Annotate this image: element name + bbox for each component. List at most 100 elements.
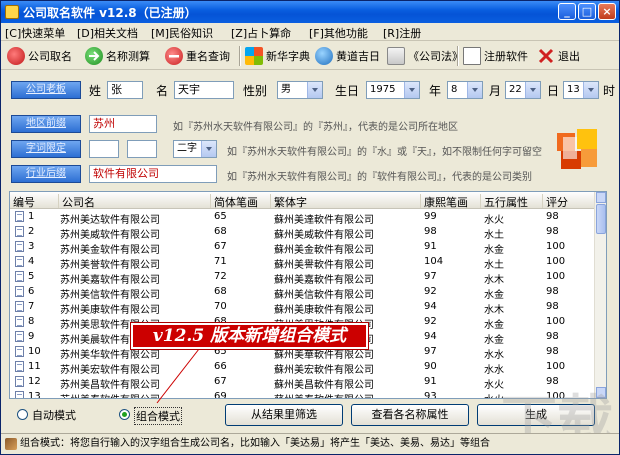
given-name-input[interactable]: 天宇 [174,81,234,99]
owner-button[interactable]: 公司老板 [11,81,81,99]
table-cell: 8 [28,316,35,327]
tool-name-test[interactable]: 名称测算 [85,44,150,68]
table-cell: 1 [28,211,35,222]
chars-button[interactable]: 字词限定 [11,140,81,158]
close-button[interactable]: × [598,3,616,20]
tool-duplicate-check[interactable]: 重名查询 [165,44,230,68]
char-input-2[interactable] [127,140,157,158]
table-cell: 67 [214,241,227,252]
table-cell: 9 [28,331,35,342]
table-cell: 98 [546,226,559,237]
view-attributes-button[interactable]: 查看各名称属性 [351,404,469,426]
auto-mode-label[interactable]: 自动模式 [32,407,76,423]
col-score[interactable]: 评分 [542,194,596,209]
col-simplified-strokes[interactable]: 简体笔画 [210,194,270,209]
table-row[interactable]: 2 苏州美威软件有限公司 68 蘇州美威軟件有限公司 98 水土 98 [10,225,596,241]
table-cell: 苏州美达软件有限公司 [60,215,160,226]
title-bar: 公司取名软件 v12.8（已注册） _ □ × [1,1,619,23]
document-icon [15,316,24,327]
table-cell: 蘇州美威軟件有限公司 [274,230,374,241]
table-cell: 100 [546,241,566,252]
tool-company-law[interactable]: 《公司法》 [387,44,463,68]
table-cell: 99 [424,211,437,222]
char-count-select[interactable]: 二字 [173,140,217,158]
col-kangxi-strokes[interactable]: 康熙笔画 [420,194,480,209]
table-row[interactable]: 3 苏州美金软件有限公司 67 蘇州美金軟件有限公司 91 水金 100 [10,240,596,256]
menu-quick[interactable]: [C]快速菜单 [5,25,65,41]
toolbar: 公司取名 名称测算 重名查询 新华字典 黄道吉日 《公司法》 注册软件 退出 [1,42,619,70]
birthday-label: 生日 [335,84,360,98]
col-id[interactable]: 编号 [10,194,58,209]
table-cell: 苏州美誉软件有限公司 [60,260,160,271]
birth-hour-select[interactable]: 13 [563,81,599,99]
document-icon [15,226,24,237]
menu-other[interactable]: [F]其他功能 [309,25,368,41]
book-icon [5,438,17,450]
office-logo-icon [557,129,597,169]
chevron-down-icon [201,141,216,157]
tool-auspicious-days[interactable]: 黄道吉日 [315,44,380,68]
gender-select[interactable]: 男 [277,81,323,99]
maximize-button[interactable]: □ [578,3,596,20]
menu-docs[interactable]: [D]相关文档 [77,25,138,41]
table-cell: 92 [424,316,437,327]
chevron-down-icon [583,82,598,98]
industry-button[interactable]: 行业后缀 [11,165,81,183]
char-input-1[interactable] [89,140,119,158]
table-row[interactable]: 4 苏州美誉软件有限公司 71 蘇州美譽軟件有限公司 104 水土 100 [10,255,596,271]
scroll-up-button[interactable] [596,192,606,203]
table-cell: 92 [424,286,437,297]
birth-month-select[interactable]: 8 [447,81,483,99]
table-cell: 13 [28,391,41,399]
industry-hint: 如『苏州水天软件有限公司』的『软件有限公司』，代表的是公司类别 [227,172,532,183]
document-icon [463,47,481,65]
birth-year-select[interactable]: 1975 [366,81,420,99]
tool-company-name[interactable]: 公司取名 [7,44,72,68]
table-cell: 97 [424,346,437,357]
table-scrollbar[interactable] [594,192,606,398]
table-cell: 4 [28,256,35,267]
surname-label: 姓 [89,84,102,98]
table-cell: 98 [546,301,559,312]
region-input[interactable]: 苏州 [89,115,157,133]
table-row[interactable]: 7 苏州美康软件有限公司 70 蘇州美康軟件有限公司 94 水木 98 [10,300,596,316]
table-row[interactable]: 6 苏州美信软件有限公司 68 蘇州美信軟件有限公司 92 水金 98 [10,285,596,301]
tool-dictionary[interactable]: 新华字典 [245,44,310,68]
auto-mode-radio[interactable] [17,409,28,420]
table-cell: 蘇州美康軟件有限公司 [274,305,374,316]
col-company-name[interactable]: 公司名 [58,194,210,209]
table-cell: 71 [214,256,227,267]
app-window: 公司取名软件 v12.8（已注册） _ □ × [C]快速菜单 [D]相关文档 … [0,0,620,455]
table-cell: 70 [214,301,227,312]
chevron-down-icon [467,82,482,98]
menu-register[interactable]: [R]注册 [383,25,421,41]
region-button[interactable]: 地区前缀 [11,115,81,133]
industry-input[interactable]: 软件有限公司 [89,165,217,183]
document-icon [15,241,24,252]
table-cell: 94 [424,331,437,342]
menu-divination[interactable]: [Z]占卜算命 [231,25,291,41]
surname-input[interactable]: 张 [107,81,143,99]
minimize-button[interactable]: _ [558,3,576,20]
status-text: 组合模式：将您自行输入的汉字组合生成公司名，比如输入「美达易」将产生「美达、美易… [20,438,490,449]
combo-mode-radio[interactable] [119,409,130,420]
tool-exit[interactable]: 退出 [537,44,580,68]
table-cell: 65 [214,211,227,222]
table-cell: 水金 [484,245,504,256]
scroll-thumb[interactable] [596,204,606,234]
menu-folk[interactable]: [M]民俗知识 [151,25,213,41]
filter-results-button[interactable]: 从结果里筛选 [225,404,343,426]
table-cell: 91 [424,376,437,387]
table-cell: 蘇州美達軟件有限公司 [274,215,374,226]
table-cell: 100 [546,361,566,372]
tool-register[interactable]: 注册软件 [463,44,528,68]
combo-mode-label[interactable]: 组合模式 [134,407,182,425]
birth-day-select[interactable]: 22 [505,81,541,99]
table-row[interactable]: 1 苏州美达软件有限公司 65 蘇州美達軟件有限公司 99 水火 98 [10,210,596,226]
table-row[interactable]: 11 苏州美宏软件有限公司 66 蘇州美宏軟件有限公司 90 水水 100 [10,360,596,376]
col-traditional[interactable]: 繁体字 [270,194,420,209]
col-five-elements[interactable]: 五行属性 [480,194,542,209]
table-row[interactable]: 5 苏州美嘉软件有限公司 72 蘇州美嘉軟件有限公司 97 水木 100 [10,270,596,286]
table-cell: 100 [546,316,566,327]
table-cell: 6 [28,286,35,297]
